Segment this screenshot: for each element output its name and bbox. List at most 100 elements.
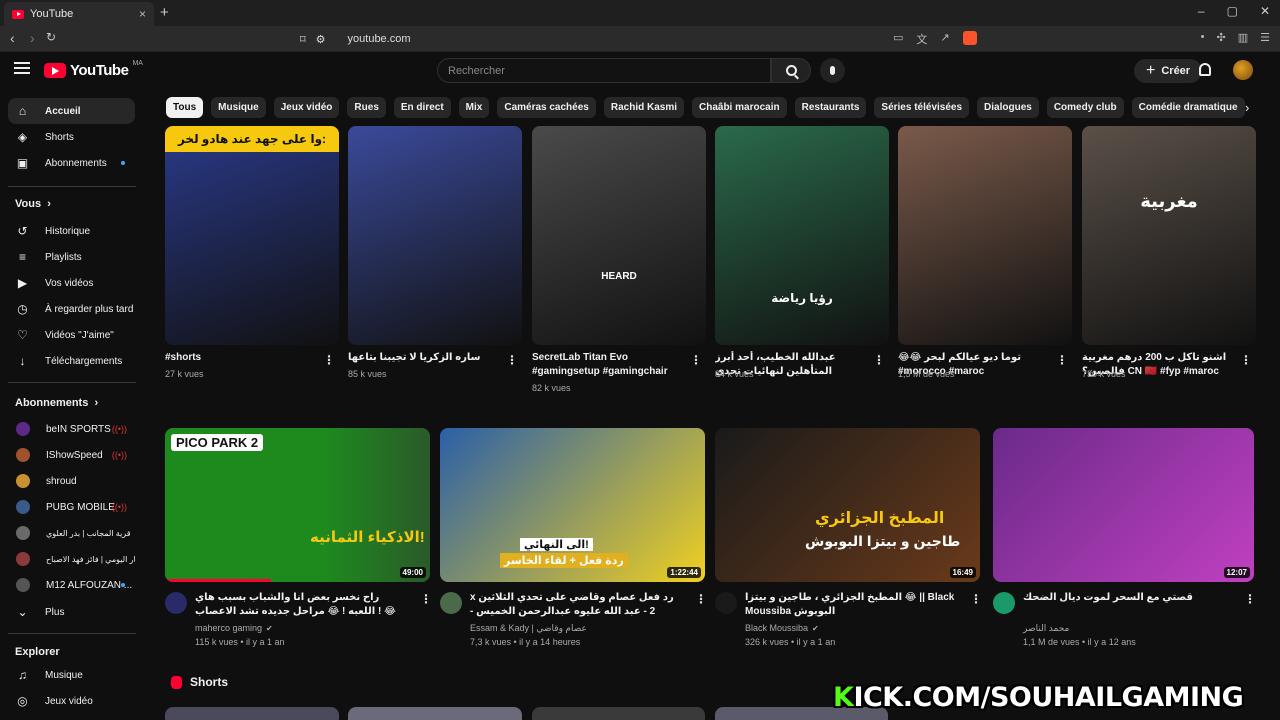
search-button[interactable] [771, 58, 811, 83]
sidebar-channel[interactable]: قرية المجانب | بدر العلوي [8, 520, 135, 546]
notifications-bell-icon[interactable] [1199, 63, 1211, 76]
more-options-icon[interactable]: ⋮ [420, 592, 432, 606]
forward-icon[interactable]: › [30, 30, 35, 46]
more-options-icon[interactable]: ⋮ [873, 353, 885, 367]
sidebar-item-music[interactable]: ♫ Musique [8, 662, 135, 688]
channel-name[interactable]: محمد الناصر [1023, 621, 1069, 635]
chip[interactable]: Rachid Kasmi [603, 97, 684, 118]
sidebar-item-downloads[interactable]: ↓ Téléchargements [8, 348, 135, 374]
video-thumbnail[interactable]: المطبخ الجزائري طاجين و بيتزا البوبوش 16:4… [715, 428, 980, 582]
short-title[interactable]: SecretLab Titan Evo #gamingsetup #gaming… [532, 351, 682, 379]
more-options-icon[interactable]: ⋮ [506, 353, 518, 367]
short-thumbnail[interactable] [348, 126, 522, 345]
video-title[interactable]: x رد فعل عصام وقاضي على تحدي الثلاثين 2 … [470, 591, 680, 619]
chip[interactable]: Séries télévisées [874, 97, 970, 118]
sidebar-item-home[interactable]: ⌂ Accueil [8, 98, 135, 124]
channel-name[interactable]: Black Moussiba ✔ [745, 621, 819, 636]
hamburger-menu-icon[interactable] [14, 62, 30, 74]
chip[interactable]: Musique [211, 97, 266, 118]
sidebar-channel[interactable]: ايار اليومي | فائز فهد الاصباح [8, 546, 135, 572]
sidebar-item-history[interactable]: ↺ Historique [8, 218, 135, 244]
extension-dot-icon[interactable]: • [1201, 31, 1205, 44]
sidebar-item-gaming[interactable]: ◎ Jeux vidéo [8, 688, 135, 714]
window-close-icon[interactable]: ✕ [1260, 4, 1270, 18]
minimize-icon[interactable]: – [1198, 4, 1205, 18]
chip[interactable]: Jeux vidéo [273, 97, 340, 118]
tab-close-icon[interactable]: × [139, 7, 146, 21]
voice-search-button[interactable] [820, 58, 845, 83]
more-options-icon[interactable]: ⋮ [323, 353, 335, 367]
chip[interactable]: Dialogues [977, 97, 1039, 118]
sidebar-toggle-icon[interactable]: ▥ [1238, 31, 1248, 44]
more-options-icon[interactable]: ⋮ [690, 353, 702, 367]
video-title[interactable]: قصتي مع السحر لموت ديال الضحك [1023, 591, 1229, 619]
extensions-icon[interactable]: ✣ [1217, 31, 1226, 44]
more-options-icon[interactable]: ⋮ [1056, 353, 1068, 367]
sidebar-channel[interactable]: beIN SPORTS ((•)) [8, 416, 135, 442]
short-thumbnail-peek[interactable] [165, 707, 339, 720]
short-thumbnail-peek[interactable] [532, 707, 705, 720]
sidebar-item-subscriptions[interactable]: ▣ Abonnements [8, 150, 135, 176]
video-thumbnail[interactable]: 12:07 [993, 428, 1254, 582]
account-avatar[interactable] [1233, 60, 1253, 80]
subscriptions-section-header[interactable]: Abonnements › [15, 397, 98, 409]
create-button[interactable]: + Créer [1134, 59, 1203, 83]
short-thumbnail-peek[interactable] [348, 707, 522, 720]
short-thumbnail[interactable]: مغربية [1082, 126, 1256, 345]
chip[interactable]: Restaurants [794, 97, 867, 118]
chip[interactable]: Chaâbi marocain [692, 97, 787, 118]
bookmark-icon[interactable]: ⌑ [300, 33, 306, 46]
channel-avatar[interactable] [715, 592, 737, 614]
chip[interactable]: Tous [166, 97, 204, 118]
back-icon[interactable]: ‹ [10, 30, 15, 46]
you-section-header[interactable]: Vous › [15, 198, 51, 210]
sidebar-item-shorts[interactable]: ◈ Shorts [8, 124, 135, 150]
search-input[interactable]: Rechercher [437, 58, 771, 83]
chip[interactable]: Mix [458, 97, 490, 118]
chip[interactable]: En direct [393, 97, 451, 118]
sidebar-item-your-videos[interactable]: ▶ Vos vidéos [8, 270, 135, 296]
chip[interactable]: Caméras cachées [497, 97, 596, 118]
channel-name[interactable]: maherco gaming ✔ [195, 621, 273, 636]
sidebar-item-playlists[interactable]: ≡ Playlists [8, 244, 135, 270]
video-title[interactable]: المطبخ الجزائري ، طاجين و بيتزا 😂 || Bla… [745, 591, 955, 619]
chip[interactable]: Comédie dramatique [1131, 97, 1245, 118]
sidebar-item-more[interactable]: ⌄ Plus [8, 599, 135, 625]
more-options-icon[interactable]: ⋮ [1244, 592, 1256, 606]
more-options-icon[interactable]: ⋮ [695, 592, 707, 606]
more-options-icon[interactable]: ⋮ [970, 592, 982, 606]
site-info-icon[interactable]: ⚙ [316, 33, 326, 46]
channel-avatar[interactable] [993, 592, 1015, 614]
new-tab-icon[interactable]: + [160, 4, 169, 21]
video-thumbnail[interactable]: PICO PARK 2 الاذكياء الثمانيه! 49:00 [165, 428, 430, 582]
chip[interactable]: Rues [347, 97, 386, 118]
video-thumbnail[interactable]: ردة فعل + لقاء الخاسر الى النهائي! 1:22:44 [440, 428, 705, 582]
short-thumbnail[interactable]: HEARD [532, 126, 706, 345]
sidebar-item-liked-videos[interactable]: ♡ Vidéos "J'aime" [8, 322, 135, 348]
sidebar-channel[interactable]: PUBG MOBILE ((•)) [8, 494, 135, 520]
browser-menu-icon[interactable]: ☰ [1260, 31, 1270, 44]
brave-shield-icon[interactable] [962, 31, 977, 45]
sidebar-item-watch-later[interactable]: ◷ À regarder plus tard [8, 296, 135, 322]
cast-icon[interactable]: ▭ [893, 31, 903, 47]
chip[interactable]: Comedy club [1046, 97, 1124, 118]
short-thumbnail[interactable]: وا على جهد عند هادو لخر: [165, 126, 339, 345]
more-options-icon[interactable]: ⋮ [1240, 353, 1252, 367]
youtube-logo[interactable]: YouTube MA [44, 60, 143, 79]
maximize-icon[interactable]: ▢ [1227, 4, 1238, 18]
browser-tab-youtube[interactable]: YouTube × [4, 2, 154, 26]
translate-icon[interactable]: 文 [916, 31, 927, 47]
reload-icon[interactable]: ↻ [46, 30, 56, 44]
address-bar[interactable]: ⌑ ⚙ youtube.com [300, 29, 978, 49]
video-title[interactable]: راح نخسر بعض انا والشباب بسبب هاي اللعبه… [195, 591, 405, 619]
channel-name[interactable]: Essam & Kady | عصام وقاضي [470, 621, 587, 635]
shorts-section-header[interactable]: Shorts [171, 675, 228, 689]
channel-avatar[interactable] [440, 592, 462, 614]
share-icon[interactable]: ↗ [940, 31, 949, 47]
chevron-right-icon[interactable]: › [1245, 100, 1249, 115]
channel-avatar[interactable] [165, 592, 187, 614]
sidebar-channel[interactable]: IShowSpeed ((•)) [8, 442, 135, 468]
sidebar-channel[interactable]: shroud [8, 468, 135, 494]
short-thumbnail[interactable] [898, 126, 1072, 345]
short-thumbnail[interactable]: رؤيا رياضة [715, 126, 889, 345]
